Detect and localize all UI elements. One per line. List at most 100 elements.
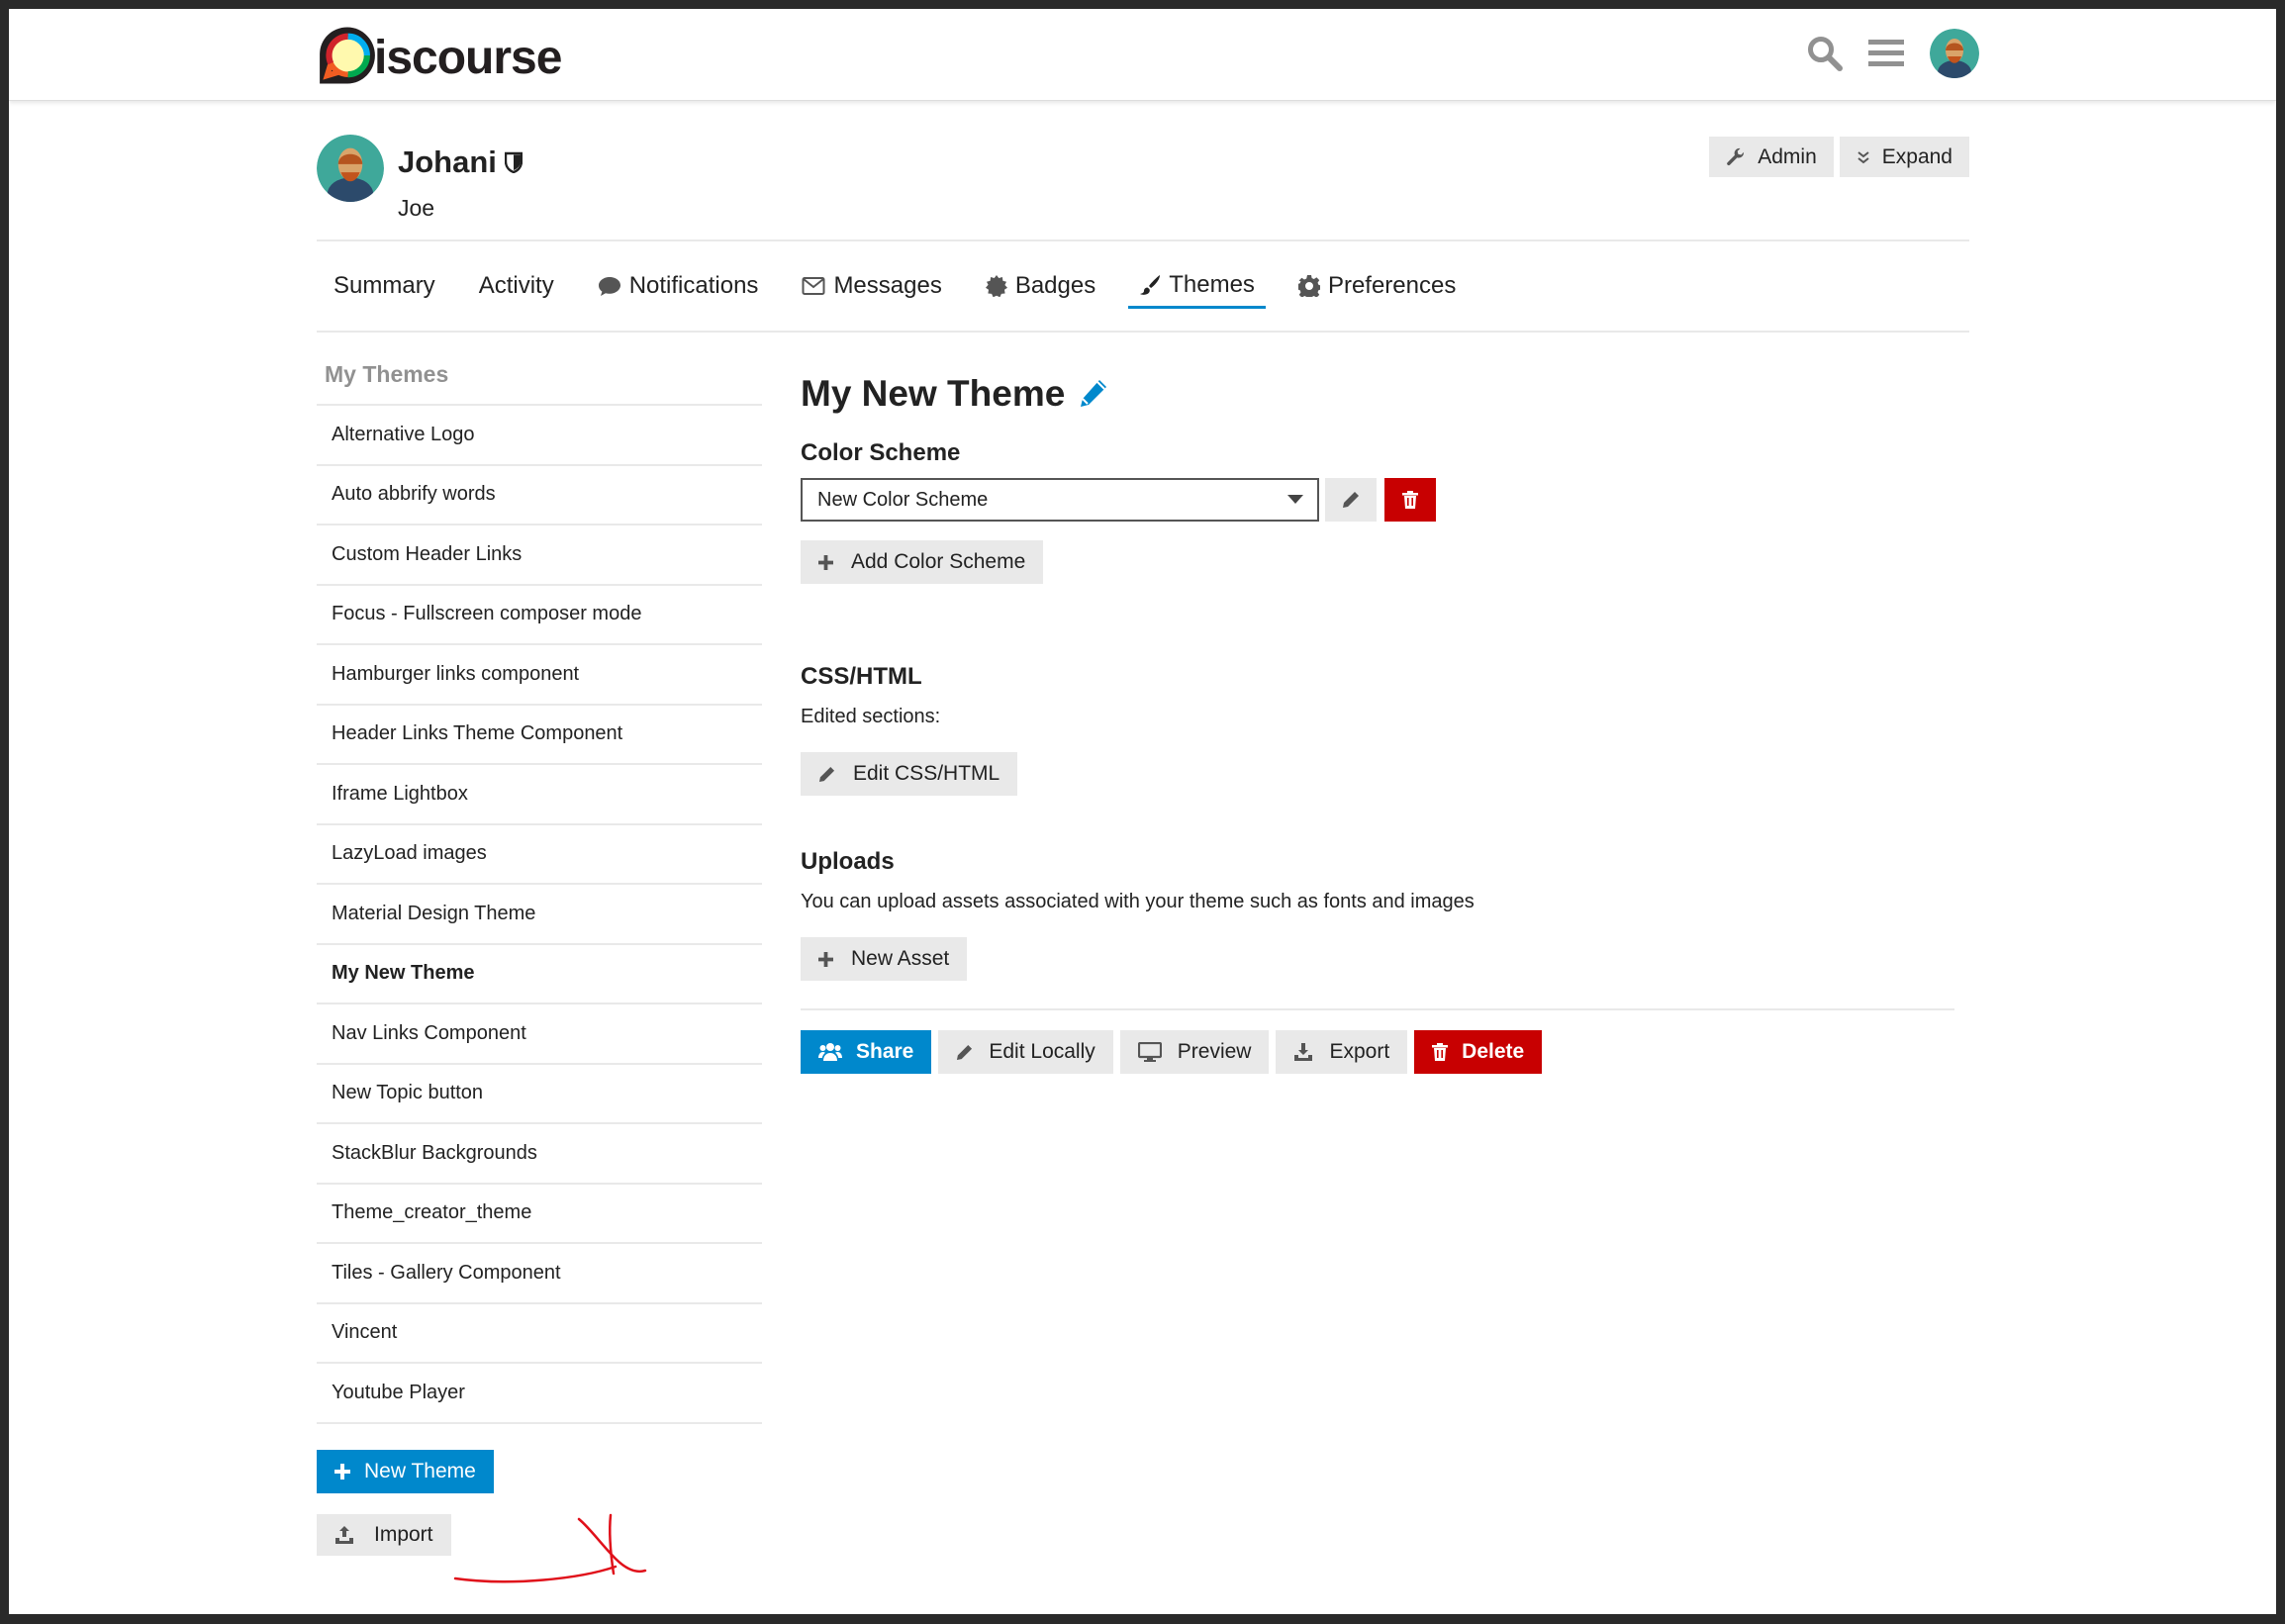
color-scheme-selected: New Color Scheme (817, 488, 989, 511)
import-label: Import (374, 1523, 433, 1546)
uploads-heading: Uploads (801, 848, 895, 875)
username: Johani (398, 144, 523, 180)
theme-list-item[interactable]: Tiles - Gallery Component (317, 1244, 762, 1304)
add-color-scheme-button[interactable]: Add Color Scheme (801, 540, 1044, 584)
comment-icon (598, 277, 620, 296)
double-chevron-down-icon (1857, 150, 1869, 163)
pencil-icon[interactable] (1077, 378, 1108, 410)
search-icon[interactable] (1807, 36, 1843, 71)
theme-list-item[interactable]: Youtube Player (317, 1364, 762, 1424)
current-user-avatar[interactable] (1930, 29, 1979, 78)
gear-icon (1297, 275, 1320, 297)
browser-frame: iscourse Johani Joe Admin Expand Summary… (9, 9, 2276, 1614)
pencil-icon (818, 766, 835, 782)
theme-list-item[interactable]: Nav Links Component (317, 1004, 762, 1065)
theme-list-item[interactable]: Custom Header Links (317, 525, 762, 586)
main-container: Johani Joe Admin Expand Summary Activity… (317, 101, 1969, 1583)
tab-summary[interactable]: Summary (323, 263, 446, 309)
avatar[interactable] (317, 135, 384, 202)
tab-label: Notifications (628, 272, 759, 299)
paintbrush-icon (1140, 274, 1161, 295)
theme-list-item[interactable]: StackBlur Backgrounds (317, 1124, 762, 1185)
color-scheme-heading: Color Scheme (801, 439, 961, 466)
caret-down-icon (1287, 495, 1303, 504)
preview-button[interactable]: Preview (1119, 1030, 1270, 1074)
pencil-icon (957, 1044, 973, 1060)
site-logo[interactable]: iscourse (317, 23, 562, 88)
profile-actions: Admin Expand (1709, 137, 1969, 177)
admin-button[interactable]: Admin (1709, 137, 1834, 177)
sidebar-title: My Themes (317, 353, 762, 406)
theme-list-item[interactable]: Header Links Theme Component (317, 706, 762, 765)
themes-sidebar: My Themes Alternative Logo Auto abbrify … (317, 353, 762, 1424)
tab-label: Summary (333, 272, 435, 299)
tab-label: Activity (478, 272, 554, 299)
export-button[interactable]: Export (1276, 1030, 1408, 1074)
theme-list-item[interactable]: Alternative Logo (317, 406, 762, 466)
expand-button[interactable]: Expand (1839, 137, 1969, 177)
section-divider (801, 1008, 1954, 1010)
user-nav-tabs: Summary Activity Notifications Messages … (317, 241, 1969, 333)
download-icon (1294, 1043, 1313, 1061)
theme-list-item[interactable]: Hamburger links component (317, 645, 762, 706)
header-icons (1807, 29, 1979, 78)
edited-sections-label: Edited sections: (801, 706, 941, 727)
export-label: Export (1329, 1040, 1390, 1063)
edit-locally-button[interactable]: Edit Locally (938, 1030, 1113, 1074)
theme-list-item[interactable]: Auto abbrify words (317, 466, 762, 525)
certificate-icon (985, 275, 1007, 297)
tab-preferences[interactable]: Preferences (1287, 263, 1467, 309)
admin-label: Admin (1758, 144, 1817, 168)
upload-icon (335, 1526, 353, 1544)
trash-icon (1432, 1043, 1449, 1061)
theme-list-item[interactable]: Vincent (317, 1304, 762, 1364)
delete-color-scheme-button[interactable] (1384, 478, 1436, 522)
user-profile-header: Johani Joe Admin Expand (317, 101, 1969, 241)
share-button[interactable]: Share (801, 1030, 932, 1074)
user-full-name: Joe (398, 195, 435, 221)
envelope-icon (802, 277, 825, 295)
plus-icon (818, 554, 833, 570)
theme-list-item[interactable]: Iframe Lightbox (317, 765, 762, 825)
plus-icon (334, 1464, 350, 1480)
share-label: Share (856, 1040, 914, 1063)
tab-label: Badges (1014, 272, 1096, 299)
hamburger-menu-icon[interactable] (1868, 38, 1904, 69)
new-asset-label: New Asset (851, 947, 950, 970)
logo-text: iscourse (374, 31, 562, 84)
edit-css-html-button[interactable]: Edit CSS/HTML (801, 752, 1018, 796)
css-html-heading: CSS/HTML (801, 663, 922, 690)
desktop-icon (1137, 1042, 1162, 1062)
tab-label: Preferences (1327, 272, 1457, 299)
delete-label: Delete (1462, 1040, 1525, 1063)
plus-icon (818, 951, 833, 967)
new-asset-button[interactable]: New Asset (801, 937, 968, 981)
wrench-icon (1727, 147, 1745, 165)
add-color-scheme-label: Add Color Scheme (851, 550, 1026, 573)
theme-list-item[interactable]: Theme_creator_theme (317, 1185, 762, 1244)
theme-list-item[interactable]: Material Design Theme (317, 885, 762, 945)
preview-label: Preview (1177, 1040, 1252, 1063)
theme-list-item-active[interactable]: My New Theme (317, 945, 762, 1004)
theme-actions: Share Edit Locally Preview Export Delete (801, 1030, 1543, 1074)
uploads-description: You can upload assets associated with yo… (801, 891, 1475, 912)
import-button[interactable]: Import (317, 1514, 451, 1556)
edit-css-html-label: Edit CSS/HTML (853, 762, 1000, 785)
username-text: Johani (398, 144, 497, 179)
tab-activity[interactable]: Activity (468, 263, 565, 309)
pencil-icon (1343, 492, 1359, 508)
discourse-logo-icon (320, 27, 375, 84)
delete-theme-button[interactable]: Delete (1414, 1030, 1543, 1074)
tab-badges[interactable]: Badges (975, 263, 1106, 309)
color-scheme-select[interactable]: New Color Scheme (801, 478, 1319, 522)
tab-messages[interactable]: Messages (791, 263, 952, 309)
theme-list-item[interactable]: Focus - Fullscreen composer mode (317, 586, 762, 645)
hand-drawn-annotation (453, 1513, 647, 1583)
tab-themes[interactable]: Themes (1128, 263, 1266, 309)
tab-notifications[interactable]: Notifications (587, 263, 770, 309)
users-icon (818, 1043, 842, 1061)
theme-list-item[interactable]: LazyLoad images (317, 825, 762, 885)
edit-color-scheme-button[interactable] (1325, 478, 1377, 522)
theme-list-item[interactable]: New Topic button (317, 1065, 762, 1124)
edit-locally-label: Edit Locally (989, 1040, 1095, 1063)
